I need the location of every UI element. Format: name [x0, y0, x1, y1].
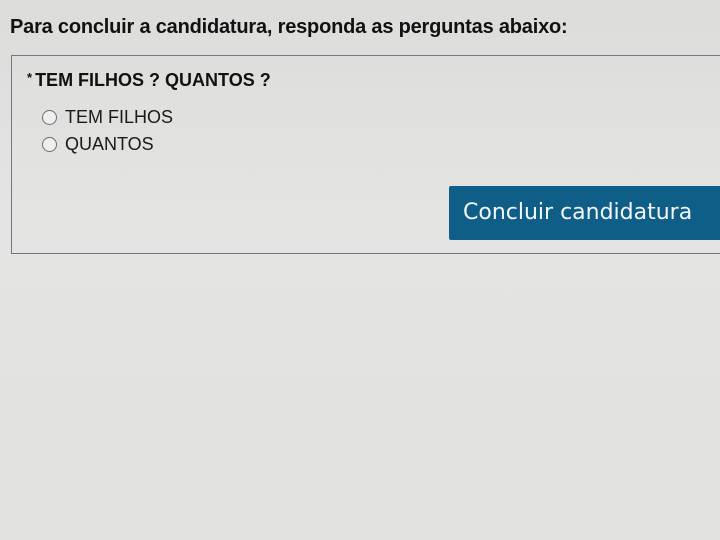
option-label: QUANTOS	[65, 134, 154, 154]
option-tem-filhos[interactable]: TEM FILHOS	[42, 104, 173, 131]
question-title-text: TEM FILHOS ? QUANTOS ?	[35, 70, 271, 90]
question-title: * TEM FILHOS ? QUANTOS ?	[27, 70, 271, 91]
option-quantos[interactable]: QUANTOS	[42, 131, 173, 158]
question-panel: * TEM FILHOS ? QUANTOS ? TEM FILHOS QUANT…	[11, 55, 720, 254]
radio-icon[interactable]	[42, 110, 57, 125]
radio-group: TEM FILHOS QUANTOS	[42, 104, 173, 158]
form-instruction: Para concluir a candidatura, responda as…	[10, 16, 568, 38]
radio-icon[interactable]	[42, 137, 57, 152]
option-label: TEM FILHOS	[65, 107, 174, 127]
required-marker: *	[27, 70, 33, 85]
concluir-candidatura-button[interactable]: Concluir candidatura	[449, 186, 720, 240]
